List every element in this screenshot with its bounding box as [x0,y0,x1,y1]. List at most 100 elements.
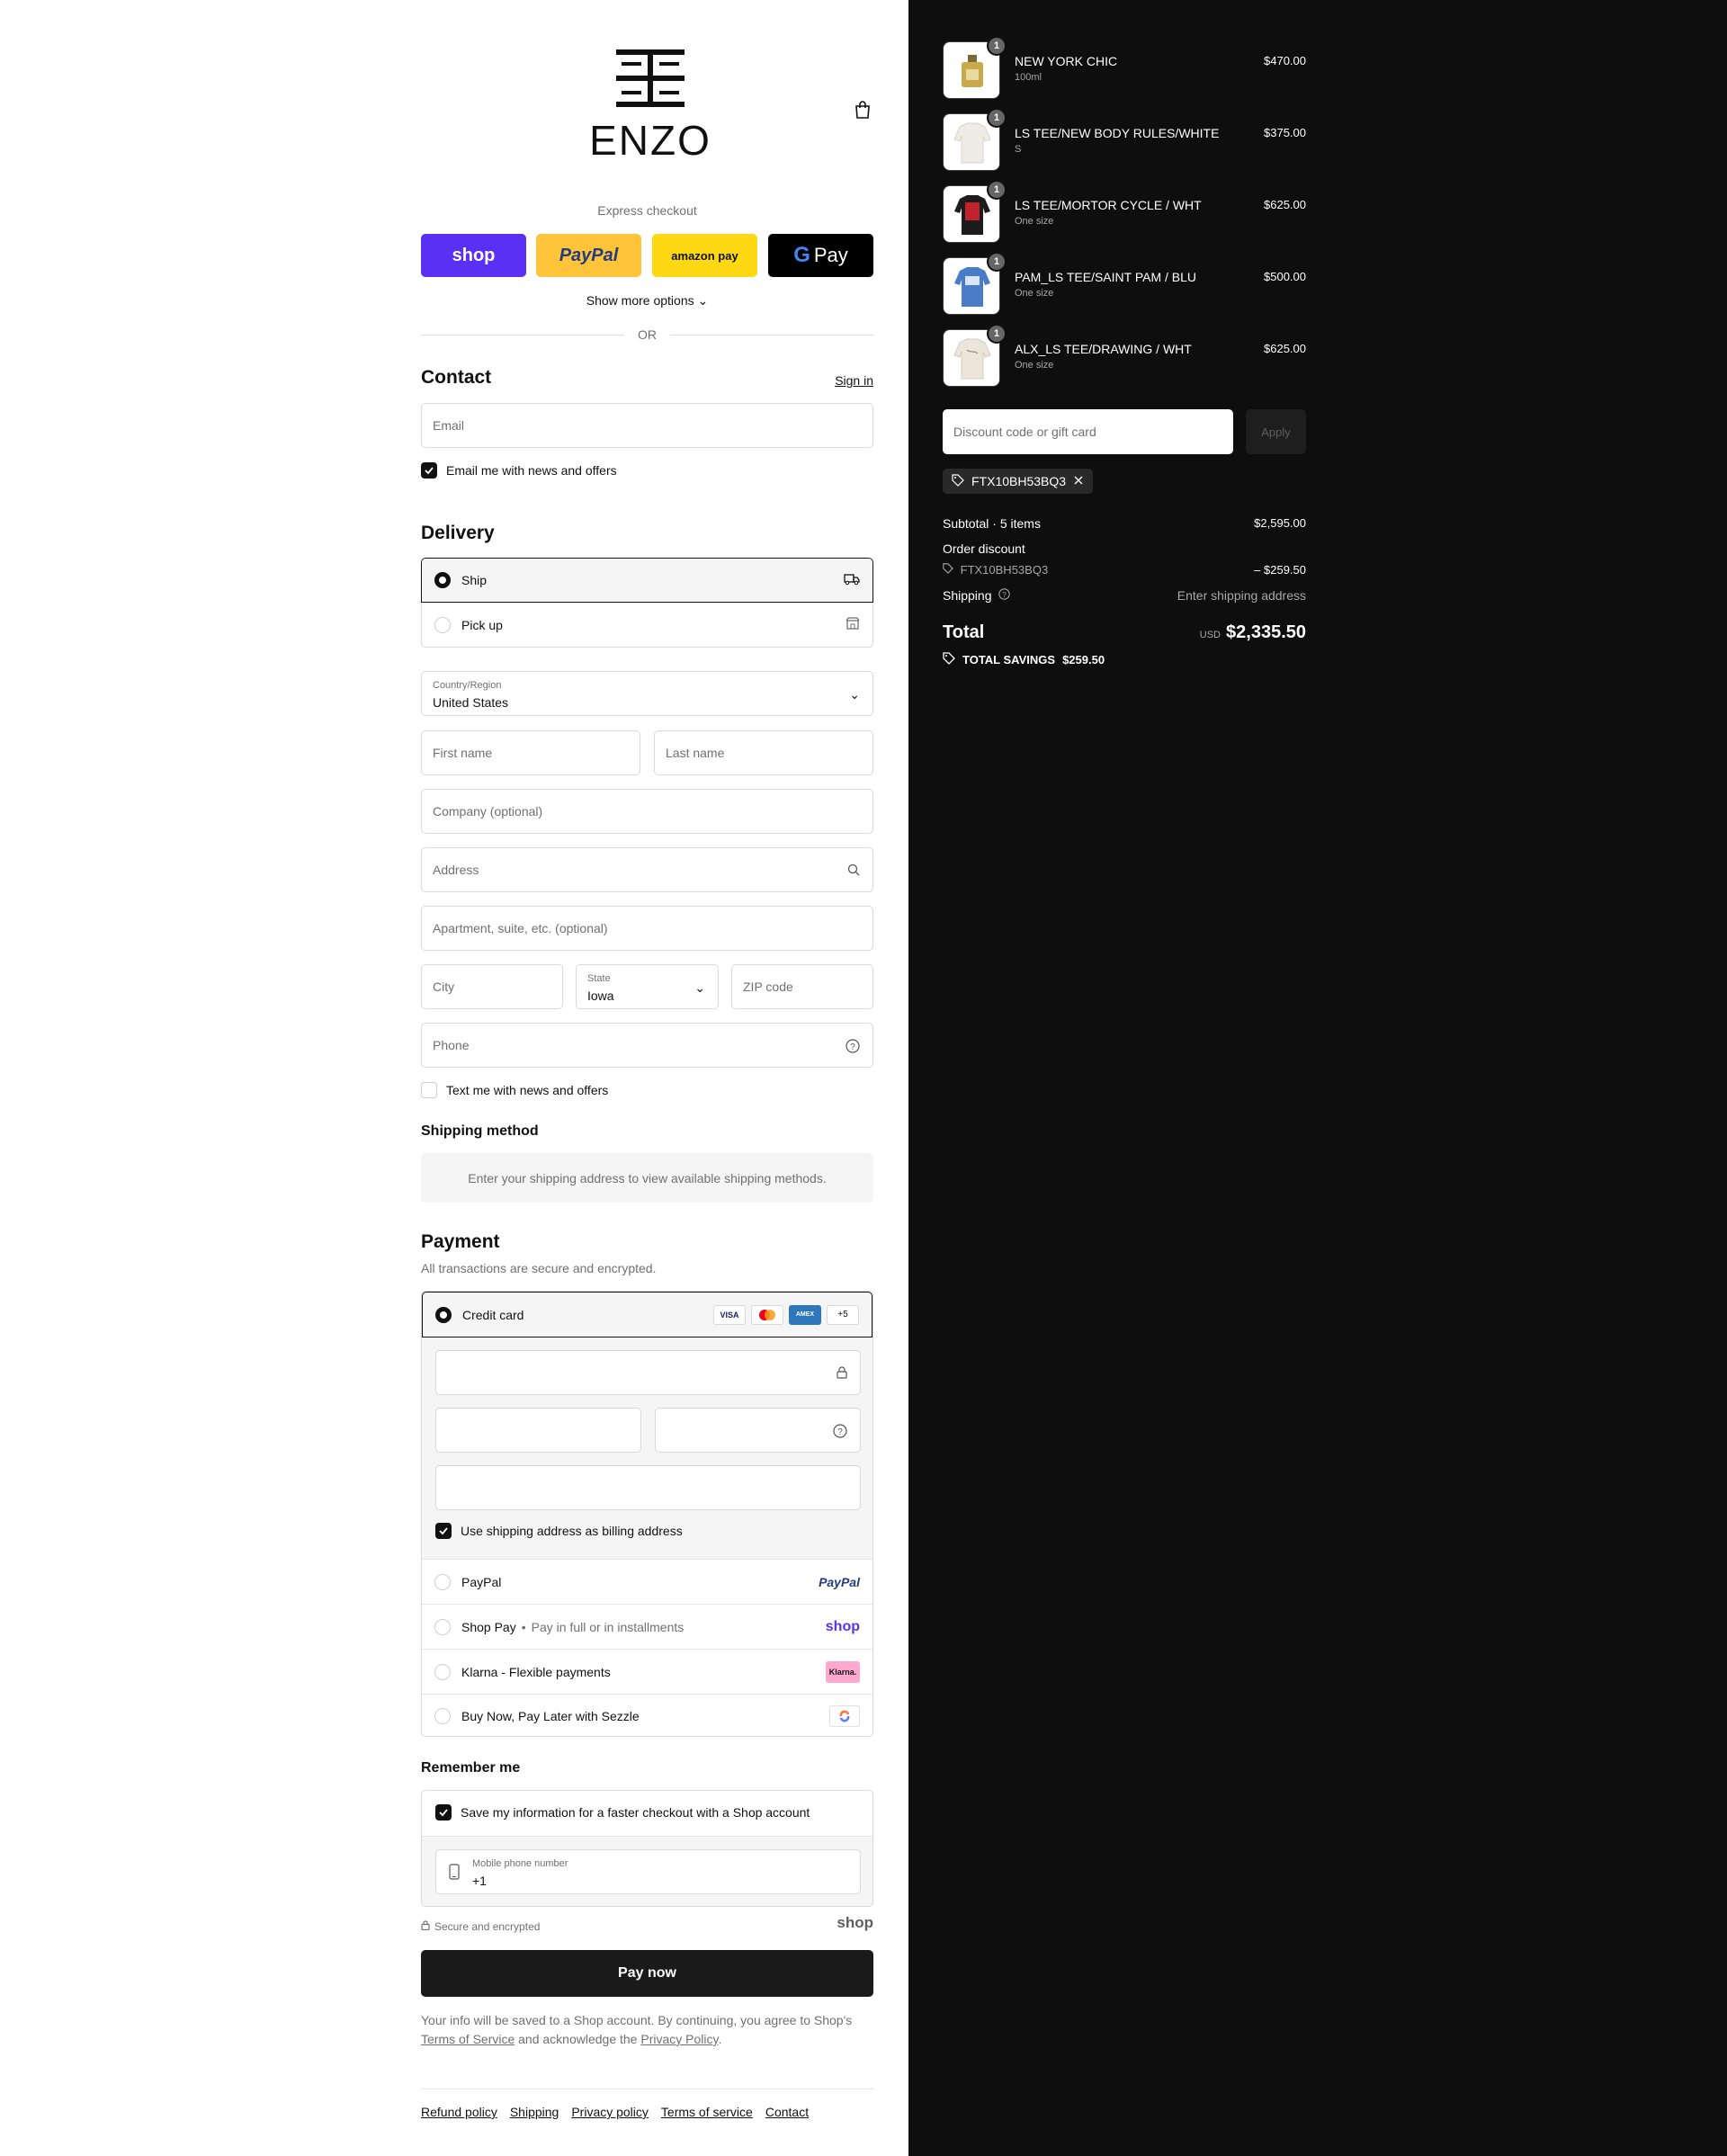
product-name: PAM_LS TEE/SAINT PAM / BLU [1015,270,1197,284]
chevron-down-icon: ⌄ [849,687,860,702]
tag-icon [943,563,953,577]
tag-icon [943,652,955,667]
amazon-pay-express-button[interactable]: amazon pay [652,234,757,277]
cart-bag-icon[interactable] [855,101,871,119]
product-price: $625.00 [1264,342,1306,355]
search-icon [847,863,860,879]
svg-text:?: ? [1003,591,1007,599]
shop-pay-option[interactable]: Shop Pay • Pay in full or in installments… [422,1604,872,1649]
svg-text:?: ? [837,1427,843,1437]
save-info-checkbox[interactable]: Save my information for a faster checkou… [435,1804,810,1821]
payment-heading: Payment [421,1231,500,1252]
city-field[interactable]: City [421,964,563,1009]
truck-icon [844,573,860,588]
state-select[interactable]: State Iowa ⌄ [576,964,719,1009]
mobile-phone-field[interactable]: Mobile phone number +1 [435,1849,861,1894]
legal-text: Your info will be saved to a Shop accoun… [421,2013,853,2046]
show-more-options-link[interactable]: Show more options ⌄ [421,293,873,309]
help-circle-icon[interactable]: ? [846,1039,860,1056]
klarna-logo: Klarna. [826,1660,860,1683]
sezzle-option[interactable]: Buy Now, Pay Later with Sezzle [422,1694,872,1736]
quantity-badge: 1 [987,324,1007,344]
phone-field[interactable]: Phone ? [421,1023,873,1068]
apartment-field[interactable]: Apartment, suite, etc. (optional) [421,906,873,951]
cart-item: 1 LS TEE/MORTOR CYCLE / WHT One size $62… [943,180,1306,243]
text-news-checkbox[interactable]: Text me with news and offers [421,1082,608,1098]
total-savings-row: TOTAL SAVINGS $259.50 [943,652,1306,667]
checkbox-checked-icon [435,1804,452,1821]
ship-option[interactable]: Ship [421,558,873,603]
pay-now-button[interactable]: Pay now [421,1950,873,1997]
svg-text:?: ? [850,1042,855,1052]
brand-logo[interactable]: ENZO [587,49,713,165]
payment-methods: Credit card VISA AMEX +5 ? Use shipping … [421,1291,873,1737]
product-name: NEW YORK CHIC [1015,54,1118,68]
quantity-badge: 1 [987,252,1007,272]
cart-item: 1 NEW YORK CHIC 100ml $470.00 [943,36,1306,99]
cart-item: 1 PAM_LS TEE/SAINT PAM / BLU One size $5… [943,252,1306,315]
quantity-badge: 1 [987,108,1007,128]
product-name: LS TEE/NEW BODY RULES/WHITE [1015,126,1220,140]
payment-subtitle: All transactions are secure and encrypte… [421,1261,657,1275]
store-icon [846,617,860,632]
billing-same-checkbox[interactable]: Use shipping address as billing address [435,1523,683,1539]
product-price: $375.00 [1264,126,1306,139]
pickup-option[interactable]: Pick up [421,603,873,648]
shop-pay-logo: shop [825,1618,860,1634]
visa-icon: VISA [713,1304,746,1325]
help-circle-icon[interactable]: ? [833,1424,847,1441]
secure-encrypted-note: Secure and encrypted [421,1920,540,1933]
help-circle-icon[interactable]: ? [998,588,1011,603]
footer-contact-link[interactable]: Contact [765,2105,809,2119]
shop-privacy-link[interactable]: Privacy Policy [640,2032,718,2046]
sign-in-link[interactable]: Sign in [835,373,873,388]
shop-pay-logo: shop [452,245,496,265]
sezzle-logo-icon [829,1705,860,1727]
paypal-express-button[interactable]: PayPal [536,234,641,277]
logo-text: ENZO [589,117,711,164]
country-select[interactable]: Country/Region United States ⌄ [421,671,873,716]
remember-me-box: Save my information for a faster checkou… [421,1790,873,1907]
card-number-field[interactable] [435,1350,861,1395]
order-discount-row: FTX10BH53BQ3 – $259.50 [943,563,1306,577]
credit-card-option[interactable]: Credit card VISA AMEX +5 [422,1292,872,1337]
last-name-field[interactable]: Last name [654,730,873,775]
footer-privacy-policy-link[interactable]: Privacy policy [571,2105,649,2119]
discount-code-input[interactable]: Discount code or gift card [943,409,1233,454]
security-code-field[interactable]: ? [655,1408,861,1453]
zip-field[interactable]: ZIP code [731,964,873,1009]
address-field[interactable]: Address [421,847,873,892]
product-price: $470.00 [1264,54,1306,67]
contact-heading: Contact [421,367,492,388]
chevron-down-icon: ⌄ [697,293,709,308]
apply-discount-button[interactable]: Apply [1246,409,1306,454]
google-pay-label: Pay [813,244,848,266]
chevron-down-icon: ⌄ [694,980,705,995]
order-summary-panel [908,0,1727,2156]
footer-shipping-link[interactable]: Shipping [510,2105,559,2119]
name-on-card-field[interactable] [435,1465,861,1510]
paypal-option[interactable]: PayPal PayPal [422,1559,872,1604]
expiration-field[interactable] [435,1408,641,1453]
shop-pay-express-button[interactable]: shop [421,234,526,277]
shop-logo: shop [837,1914,873,1931]
discount-code-chip: FTX10BH53BQ3 [943,469,1094,494]
email-field[interactable]: Email [421,403,873,448]
company-field[interactable]: Company (optional) [421,789,873,834]
first-name-field[interactable]: First name [421,730,640,775]
total-row: Total USD $2,335.50 [943,622,1306,642]
klarna-option[interactable]: Klarna - Flexible payments Klarna. [422,1649,872,1694]
product-price: $500.00 [1264,270,1306,283]
delivery-method-group: Ship Pick up [421,558,873,649]
amazon-pay-logo: amazon pay [671,248,738,263]
mobile-number-panel: Mobile phone number +1 [422,1836,872,1906]
shop-terms-link[interactable]: Terms of Service [421,2032,515,2046]
more-cards-badge: +5 [827,1304,859,1325]
email-news-checkbox[interactable]: Email me with news and offers [421,462,617,479]
google-pay-express-button[interactable]: G Pay [768,234,873,277]
paypal-logo: PayPal [559,245,619,265]
footer-terms-link[interactable]: Terms of service [661,2105,753,2119]
logo-mark [616,49,685,114]
footer-refund-policy-link[interactable]: Refund policy [421,2105,497,2119]
remove-discount-close-icon[interactable] [1073,474,1084,488]
